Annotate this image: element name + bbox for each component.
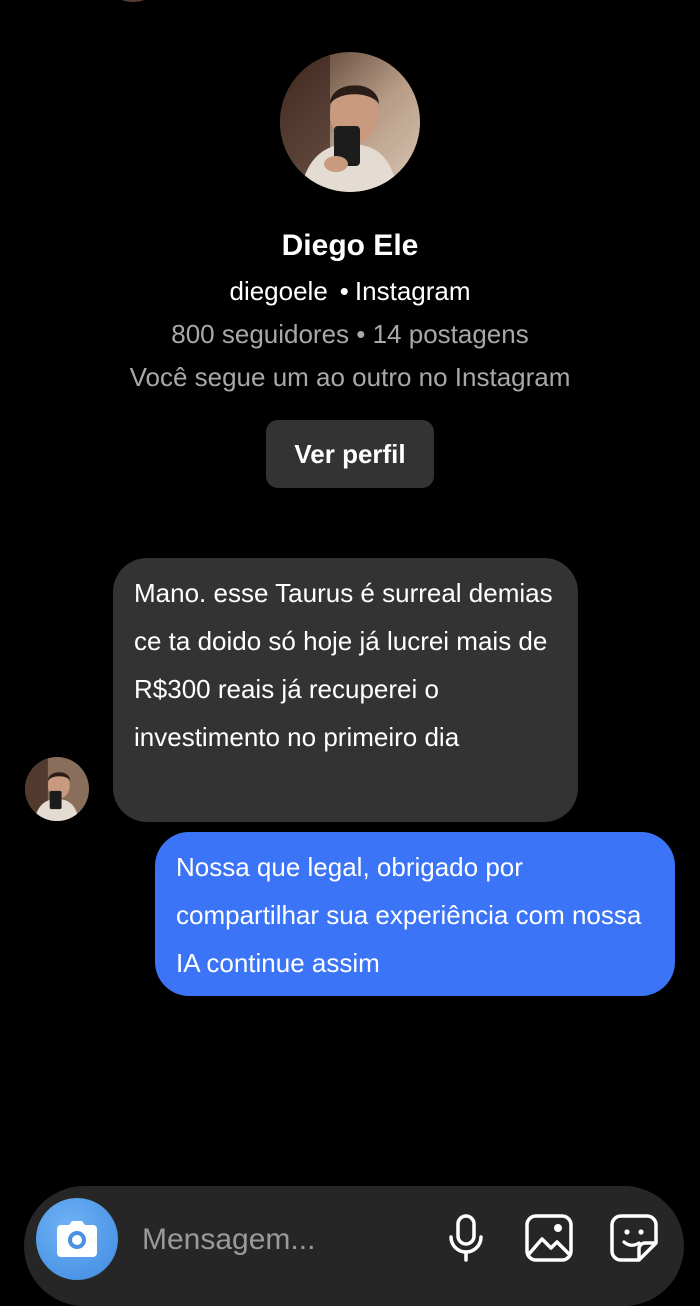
profile-name: Diego Ele bbox=[281, 229, 419, 262]
gallery-button[interactable] bbox=[521, 1210, 577, 1266]
microphone-icon bbox=[449, 1214, 483, 1262]
incoming-message[interactable]: Mano. esse Taurus é surreal demias ce ta… bbox=[113, 558, 578, 822]
profile-username: diegoele bbox=[229, 276, 328, 306]
sender-avatar[interactable] bbox=[25, 757, 89, 821]
profile-stats: 800 seguidores • 14 postagens bbox=[171, 319, 529, 349]
mutual-follow-note: Você segue um ao outro no Instagram bbox=[129, 362, 571, 392]
camera-icon bbox=[57, 1221, 97, 1257]
sticker-button[interactable] bbox=[606, 1210, 662, 1266]
view-profile-button[interactable]: Ver perfil bbox=[266, 420, 434, 488]
profile-platform: Instagram bbox=[354, 276, 471, 306]
camera-button[interactable] bbox=[36, 1198, 118, 1280]
profile-handle-row: diegoele • Instagram bbox=[0, 274, 700, 308]
sticker-icon bbox=[610, 1214, 658, 1262]
message-input[interactable] bbox=[142, 1214, 422, 1266]
previous-avatar-edge bbox=[118, 0, 148, 2]
profile-avatar[interactable] bbox=[280, 52, 420, 192]
separator-dot: • bbox=[339, 276, 349, 306]
outgoing-message[interactable]: Nossa que legal, obrigado por compartilh… bbox=[155, 832, 675, 996]
microphone-button[interactable] bbox=[438, 1210, 494, 1266]
image-icon bbox=[525, 1214, 573, 1262]
